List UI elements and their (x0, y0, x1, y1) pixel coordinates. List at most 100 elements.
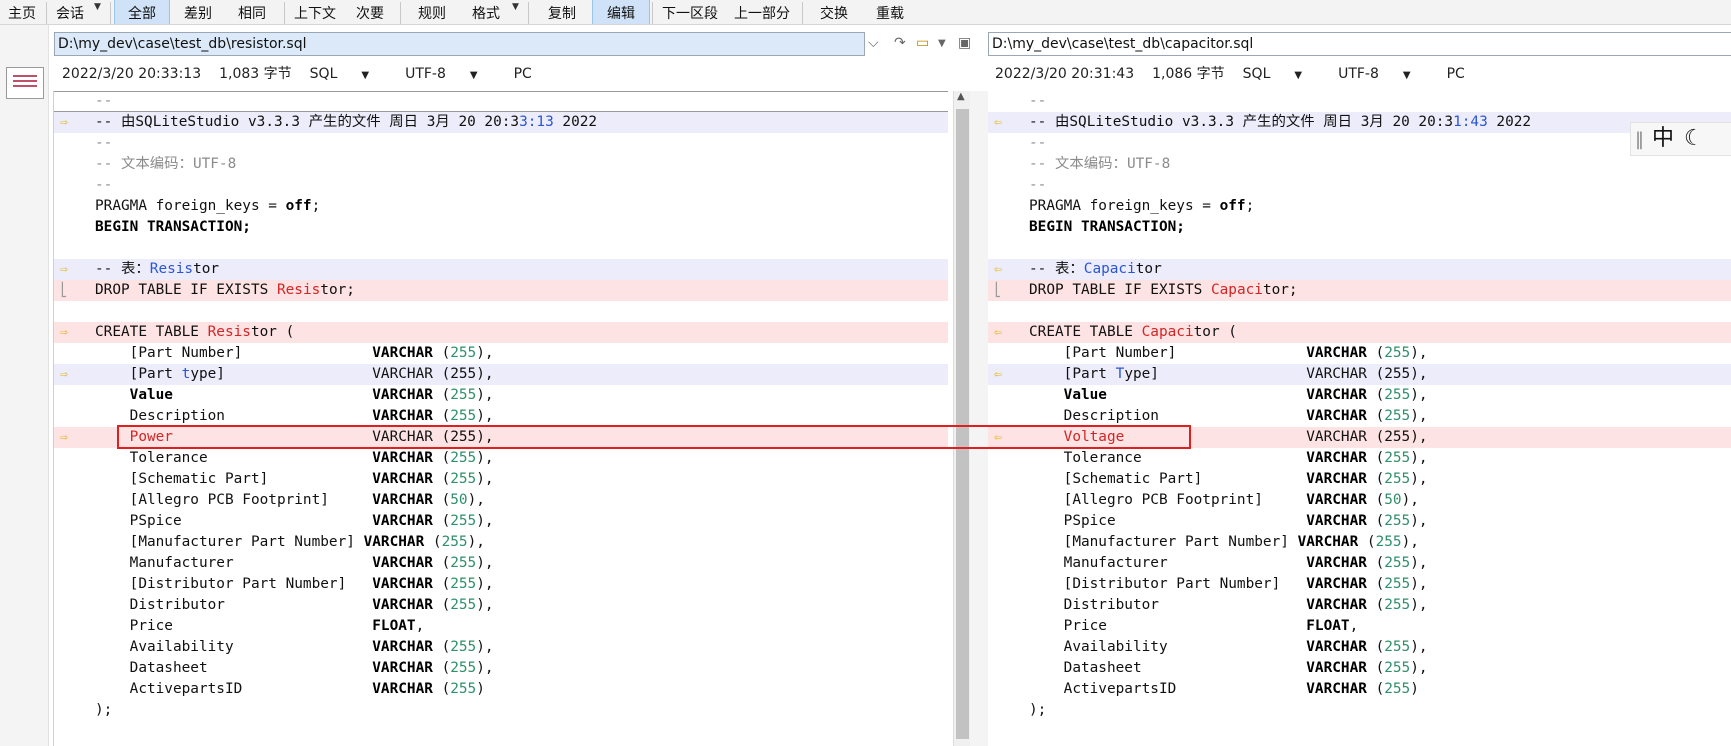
right-arrow-icon[interactable]: ⇨ (60, 427, 80, 448)
right-code-line[interactable]: ); (988, 700, 1731, 721)
left-code-line[interactable]: [Manufacturer Part Number] VARCHAR (255)… (54, 532, 948, 553)
right-code-line[interactable]: Value VARCHAR (255), (988, 385, 1731, 406)
right-arrow-icon[interactable]: ⇨ (60, 112, 80, 133)
right-arrow-icon[interactable]: ⇨ (60, 364, 80, 385)
right-eol[interactable]: PC (1447, 66, 1465, 82)
right-code-line[interactable] (988, 301, 1731, 322)
left-code-line[interactable]: Price FLOAT, (54, 616, 948, 637)
toolbar-next-section[interactable]: 下一区段 (658, 0, 722, 24)
left-code-pane[interactable]: -- ⇨ -- 由SQLiteStudio v3.3.3 产生的文件 周日 3月 2… (54, 91, 948, 746)
right-code-line[interactable]: ⎣ DROP TABLE IF EXISTS Capacitor; (988, 280, 1731, 301)
left-code-line[interactable]: [Distributor Part Number] VARCHAR (255), (54, 574, 948, 595)
toolbar-same[interactable]: 相同 (230, 0, 274, 24)
left-code-line[interactable]: Description VARCHAR (255), (54, 406, 948, 427)
left-code-line[interactable]: Value VARCHAR (255), (54, 385, 948, 406)
right-code-line[interactable]: -- (988, 133, 1731, 154)
left-eol[interactable]: PC (514, 66, 532, 82)
toolbar-copy[interactable]: 复制 (538, 0, 586, 24)
left-code-line[interactable]: [Allegro PCB Footprint] VARCHAR (50), (54, 490, 948, 511)
left-file-path-input[interactable]: D:\my_dev\case\test_db\resistor.sql (54, 32, 865, 56)
right-code-line[interactable]: Tolerance VARCHAR (255), (988, 448, 1731, 469)
right-code-line[interactable]: Manufacturer VARCHAR (255), (988, 553, 1731, 574)
left-code-line[interactable] (54, 238, 948, 259)
chevron-down-icon[interactable]: ▼ (94, 2, 101, 12)
save-icon[interactable]: ▣ (958, 35, 971, 51)
left-arrow-icon[interactable]: ⇦ (994, 259, 1014, 280)
ime-toolbar[interactable]: ‖ 中 ☾ (1630, 122, 1731, 156)
toolbar-swap[interactable]: 交换 (812, 0, 856, 24)
toolbar-prev-part[interactable]: 上一部分 (730, 0, 794, 24)
toolbar-format[interactable]: 格式 (464, 0, 508, 24)
left-code-line[interactable]: PRAGMA foreign_keys = off; (54, 196, 948, 217)
left-arrow-icon[interactable]: ⇦ (994, 322, 1014, 343)
moon-icon[interactable]: ☾ (1684, 126, 1704, 151)
right-code-pane[interactable]: -- ⇦ -- 由SQLiteStudio v3.3.3 产生的文件 周日 3月 2… (988, 91, 1731, 746)
left-code-line[interactable]: -- 文本编码：UTF-8 (54, 154, 948, 175)
sync-icon[interactable]: ↷ (894, 35, 906, 51)
left-code-line[interactable]: [Schematic Part] VARCHAR (255), (54, 469, 948, 490)
toolbar-reload[interactable]: 重载 (868, 0, 912, 24)
right-code-line[interactable]: [Manufacturer Part Number] VARCHAR (255)… (988, 532, 1731, 553)
right-code-line[interactable]: -- (988, 91, 1731, 112)
right-arrow-icon[interactable]: ⇨ (60, 259, 80, 280)
left-code-line[interactable]: Distributor VARCHAR (255), (54, 595, 948, 616)
right-file-path-input[interactable]: D:\my_dev\case\test_db\capacitor.sql (988, 32, 1731, 56)
right-code-line[interactable]: Distributor VARCHAR (255), (988, 595, 1731, 616)
left-code-line[interactable]: BEGIN TRANSACTION; (54, 217, 948, 238)
left-code-line[interactable]: ActivepartsID VARCHAR (255) (54, 679, 948, 700)
left-code-line[interactable]: ); (54, 700, 948, 721)
pane-divider[interactable] (970, 91, 988, 746)
scroll-up-arrow-icon[interactable]: ▲ (957, 91, 965, 102)
left-encoding-select[interactable]: UTF-8 ▼ (405, 66, 496, 82)
chevron-down-icon[interactable]: ▼ (512, 2, 519, 12)
right-code-line[interactable]: ⇦ CREATE TABLE Capacitor ( (988, 322, 1731, 343)
chevron-down-icon[interactable]: ▼ (938, 38, 946, 49)
right-code-line[interactable]: -- (988, 175, 1731, 196)
right-format-select[interactable]: SQL ▼ (1243, 66, 1320, 82)
left-code-line[interactable]: -- (54, 133, 948, 154)
right-encoding-select[interactable]: UTF-8 ▼ (1338, 66, 1429, 82)
left-code-line[interactable]: -- (54, 175, 948, 196)
right-code-line[interactable]: ⇦ [Part Type] VARCHAR (255), (988, 364, 1731, 385)
right-arrow-icon[interactable]: ⇨ (60, 322, 80, 343)
toolbar-context[interactable]: 上下文 (290, 0, 340, 24)
right-code-line[interactable]: -- 文本编码：UTF-8 (988, 154, 1731, 175)
scrollbar-thumb[interactable] (956, 109, 969, 739)
ime-language-toggle[interactable]: 中 (1652, 126, 1674, 151)
path-dropdown-icon[interactable]: ⌵ (868, 35, 879, 51)
left-code-line[interactable]: Manufacturer VARCHAR (255), (54, 553, 948, 574)
left-code-line[interactable]: ⇨ -- 由SQLiteStudio v3.3.3 产生的文件 周日 3月 20 … (54, 112, 948, 133)
left-format-select[interactable]: SQL ▼ (310, 66, 387, 82)
left-code-line[interactable]: ⇨ -- 表：Resistor (54, 259, 948, 280)
right-code-line[interactable]: [Part Number] VARCHAR (255), (988, 343, 1731, 364)
toolbar-home[interactable]: 主页 (6, 0, 38, 24)
right-code-line[interactable]: Description VARCHAR (255), (988, 406, 1731, 427)
right-code-line[interactable]: Availability VARCHAR (255), (988, 637, 1731, 658)
toolbar-edit[interactable]: 编辑 (592, 0, 650, 24)
left-code-line[interactable]: ⇨ [Part type] VARCHAR (255), (54, 364, 948, 385)
right-code-line[interactable]: [Allegro PCB Footprint] VARCHAR (50), (988, 490, 1731, 511)
session-thumbnail-icon[interactable] (6, 67, 44, 99)
left-arrow-icon[interactable]: ⇦ (994, 364, 1014, 385)
open-folder-icon[interactable]: ▭ (916, 35, 929, 51)
drag-handle-icon[interactable]: ‖ (1635, 129, 1644, 150)
left-code-line[interactable]: ⎣ DROP TABLE IF EXISTS Resistor; (54, 280, 948, 301)
left-code-line[interactable]: ⇨ CREATE TABLE Resistor ( (54, 322, 948, 343)
right-code-line[interactable]: ⇦ -- 由SQLiteStudio v3.3.3 产生的文件 周日 3月 20 … (988, 112, 1731, 133)
right-code-line[interactable]: BEGIN TRANSACTION; (988, 217, 1731, 238)
left-arrow-icon[interactable]: ⇦ (994, 112, 1014, 133)
right-code-line[interactable]: Datasheet VARCHAR (255), (988, 658, 1731, 679)
right-code-line[interactable]: ActivepartsID VARCHAR (255) (988, 679, 1731, 700)
toolbar-minor[interactable]: 次要 (348, 0, 392, 24)
left-code-line[interactable]: [Part Number] VARCHAR (255), (54, 343, 948, 364)
left-code-line[interactable] (54, 301, 948, 322)
right-code-line[interactable]: PRAGMA foreign_keys = off; (988, 196, 1731, 217)
diff-continuation-bar-icon[interactable]: ⎣ (994, 280, 1014, 301)
left-code-line[interactable]: Datasheet VARCHAR (255), (54, 658, 948, 679)
right-code-line[interactable]: PSpice VARCHAR (255), (988, 511, 1731, 532)
toolbar-session[interactable]: 会话 (54, 0, 86, 24)
left-code-line[interactable]: Tolerance VARCHAR (255), (54, 448, 948, 469)
toolbar-rules[interactable]: 规则 (410, 0, 454, 24)
left-vertical-scrollbar[interactable]: ▲ (953, 91, 971, 746)
toolbar-all[interactable]: 全部 (114, 0, 170, 24)
